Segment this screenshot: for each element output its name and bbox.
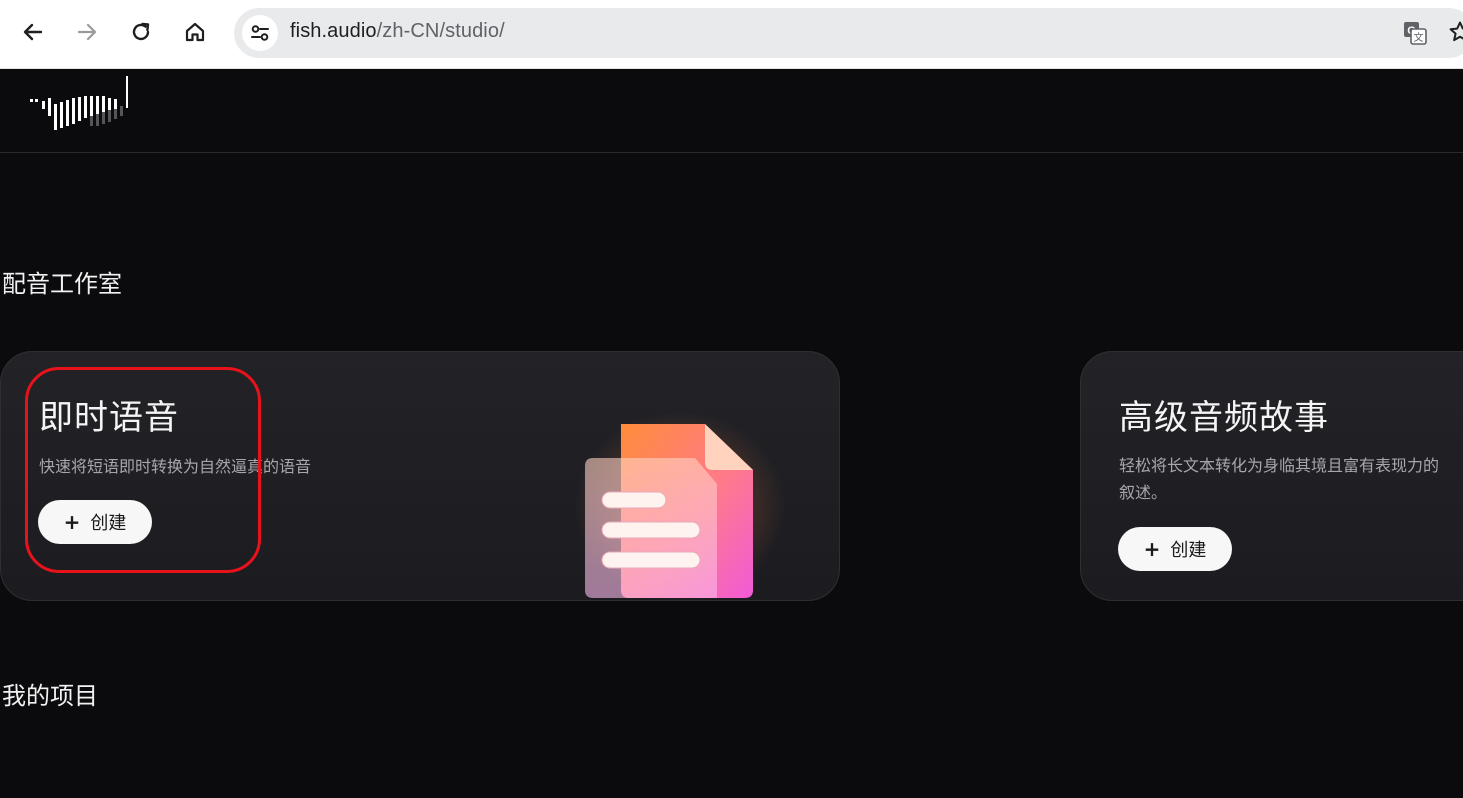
address-bar[interactable]: fish.audio/zh-CN/studio/ G 文 xyxy=(234,8,1463,58)
reload-button[interactable] xyxy=(123,14,159,50)
card-description-line2: 叙述。 xyxy=(1119,483,1168,502)
fish-audio-logo[interactable] xyxy=(28,72,138,132)
bookmark-button[interactable] xyxy=(1448,20,1463,48)
card-title: 高级音频故事 xyxy=(1119,398,1329,438)
translate-button[interactable]: G 文 xyxy=(1402,20,1428,50)
audio-story-card[interactable]: 高级音频故事 轻松将长文本转化为身临其境且富有表现力的 叙述。 + 创建 xyxy=(1080,351,1463,601)
plus-icon: + xyxy=(1143,537,1161,561)
forward-arrow-icon xyxy=(77,23,97,41)
card-description: 轻松将长文本转化为身临其境且富有表现力的 叙述。 xyxy=(1119,452,1439,506)
studio-title: 配音工作室 xyxy=(2,270,122,298)
back-button[interactable] xyxy=(15,14,51,50)
translate-icon: G 文 xyxy=(1404,22,1427,45)
create-instant-voice-button[interactable]: + 创建 xyxy=(38,500,152,544)
forward-button[interactable] xyxy=(69,14,105,50)
plus-icon: + xyxy=(63,510,81,534)
card-description-line1: 轻松将长文本转化为身临其境且富有表现力的 xyxy=(1119,456,1440,475)
svg-text:文: 文 xyxy=(1414,31,1424,44)
create-button-label: 创建 xyxy=(1170,540,1207,561)
card-title: 即时语音 xyxy=(39,398,179,438)
url-path: /zh-CN/studio/ xyxy=(376,20,505,42)
back-arrow-icon xyxy=(23,23,43,41)
projects-title: 我的项目 xyxy=(2,682,98,710)
home-icon xyxy=(185,22,205,42)
star-icon xyxy=(1449,21,1463,42)
reload-icon xyxy=(132,22,150,41)
create-button-label: 创建 xyxy=(90,513,127,534)
instant-voice-card[interactable]: 即时语音 快速将短语即时转换为自然逼真的语音 + 创建 xyxy=(0,351,840,601)
browser-toolbar: fish.audio/zh-CN/studio/ G 文 xyxy=(0,0,1463,69)
site-info-button[interactable] xyxy=(242,15,278,51)
url-host: fish.audio xyxy=(290,20,377,42)
home-button[interactable] xyxy=(177,14,213,50)
site-header xyxy=(0,68,1463,153)
card-description: 快速将短语即时转换为自然逼真的语音 xyxy=(39,457,312,476)
create-audio-story-button[interactable]: + 创建 xyxy=(1118,527,1232,571)
document-illustration xyxy=(575,412,785,600)
tune-icon xyxy=(251,25,269,41)
url-text[interactable]: fish.audio/zh-CN/studio/ xyxy=(290,20,505,43)
